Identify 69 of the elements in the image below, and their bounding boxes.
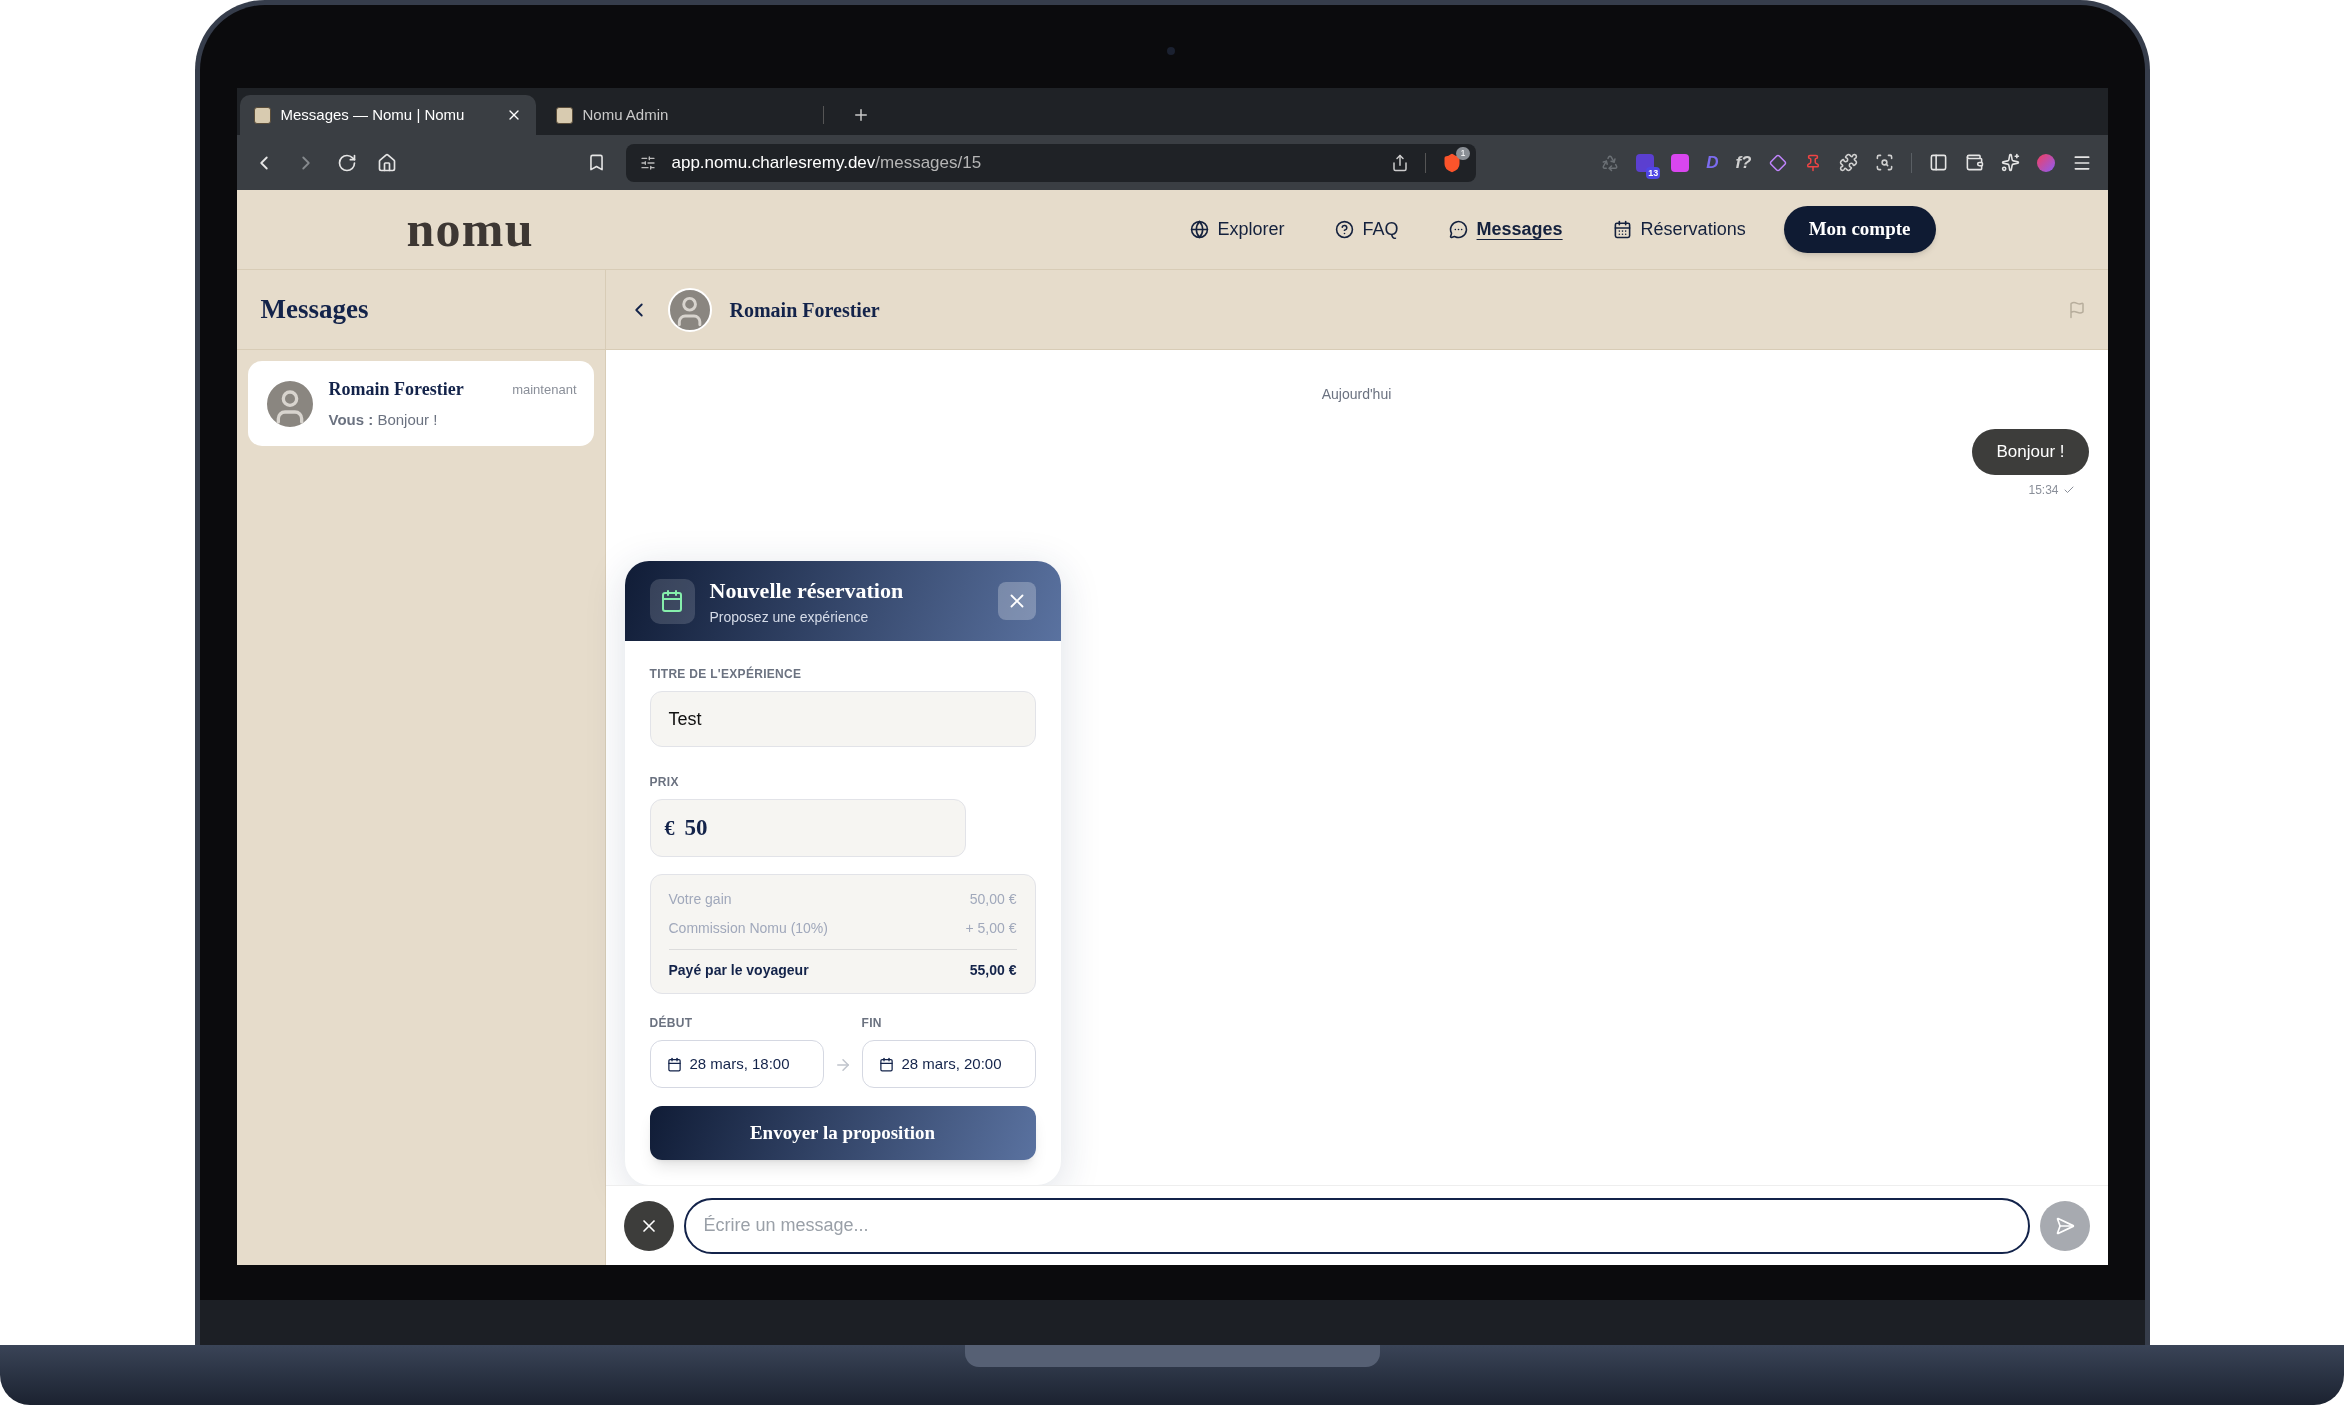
home-icon[interactable]: [376, 152, 397, 173]
summary-label: Votre gain: [668, 890, 732, 909]
calendar-icon: [878, 1056, 894, 1072]
wallet-icon[interactable]: [1964, 153, 1984, 172]
chat-contact-name: Romain Forestier: [729, 297, 881, 323]
price-value: 50: [684, 813, 708, 842]
tab-favicon-icon: [555, 106, 573, 124]
card-title: Nouvelle réservation: [709, 577, 905, 605]
summary-value: 55,00 €: [969, 961, 1017, 980]
end-date-field[interactable]: 28 mars, 20:00: [861, 1040, 1036, 1088]
nav-link[interactable]: Messages: [1448, 216, 1563, 243]
sidebar-icon[interactable]: [1928, 153, 1948, 172]
summary-label: Payé par le voyageur: [668, 961, 809, 980]
conversation-item[interactable]: Romain Forestier maintenant Vous : Bonjour !: [247, 361, 594, 446]
message-time: maintenant: [512, 380, 577, 399]
message-bubble: Bonjour !: [1972, 429, 2089, 475]
share-icon[interactable]: [1390, 153, 1409, 172]
nav-link[interactable]: Réservations: [1612, 216, 1746, 243]
calendar-icon: [649, 578, 695, 624]
shield-badge: 1: [1456, 146, 1470, 160]
reload-icon[interactable]: [336, 152, 357, 173]
send-icon: [2054, 1215, 2075, 1236]
card-subtitle: Proposez une expérience: [709, 608, 870, 627]
puzzle-icon[interactable]: [1838, 153, 1858, 172]
currency-symbol: €: [664, 816, 675, 841]
start-date-field[interactable]: 28 mars, 18:00: [649, 1040, 824, 1088]
tab-favicon-icon: [253, 106, 271, 124]
summary-value: + 5,00 €: [965, 919, 1017, 938]
message-time: 15:34: [2028, 482, 2059, 499]
nav-link[interactable]: FAQ: [1334, 216, 1399, 243]
address-bar[interactable]: app.nomu.charlesremy.dev/messages/15 1: [625, 143, 1476, 182]
calendar-icon: [1612, 220, 1632, 239]
title-field[interactable]: Test: [649, 691, 1036, 747]
submit-button[interactable]: Envoyer la proposition: [649, 1106, 1036, 1160]
extension-badge: 13: [1646, 166, 1661, 179]
orb-icon[interactable]: [2036, 153, 2055, 172]
chat-bubble-icon: [1448, 220, 1468, 239]
sparkle-icon[interactable]: [2000, 153, 2020, 172]
contact-name: Romain Forestier: [328, 377, 464, 401]
search-icon[interactable]: [1874, 153, 1894, 172]
browser-tab[interactable]: Nomu Admin: [541, 95, 838, 135]
field-label: PRIX: [649, 774, 680, 791]
field-label: DÉBUT: [649, 1014, 694, 1032]
message-preview: Vous : Bonjour !: [328, 409, 439, 430]
field-label: FIN: [861, 1015, 883, 1032]
tab-title: Nomu Admin: [582, 104, 670, 125]
camera-icon: [1166, 47, 1175, 55]
browser-tab[interactable]: Messages — Nomu | Nomu: [239, 95, 536, 135]
extension-icon[interactable]: [1636, 153, 1655, 172]
price-field[interactable]: € 50: [649, 799, 966, 857]
extension-icon[interactable]: f?: [1735, 149, 1752, 176]
help-icon: [1334, 220, 1354, 239]
diamond-icon[interactable]: [1768, 153, 1787, 172]
account-button[interactable]: Mon compte: [1783, 206, 1936, 253]
sidebar-title: Messages: [260, 293, 369, 327]
summary-label: Commission Nomu (10%): [668, 919, 828, 938]
field-label: TITRE DE L'EXPÉRIENCE: [649, 665, 803, 683]
extension-icon[interactable]: [1671, 153, 1690, 172]
site-settings-icon[interactable]: [639, 154, 656, 171]
nomu-logo[interactable]: nomu: [406, 192, 534, 267]
calendar-icon: [666, 1056, 682, 1072]
globe-icon: [1189, 220, 1209, 239]
day-separator: Aujourd'hui: [1321, 385, 1392, 404]
message-input[interactable]: Écrire un message...: [683, 1197, 2030, 1254]
tab-title: Messages — Nomu | Nomu: [280, 104, 466, 125]
nav-link[interactable]: Explorer: [1189, 216, 1285, 243]
url-text: app.nomu.charlesremy.dev/messages/15: [671, 151, 983, 174]
summary-value: 50,00 €: [969, 890, 1017, 909]
close-button[interactable]: [997, 582, 1036, 620]
